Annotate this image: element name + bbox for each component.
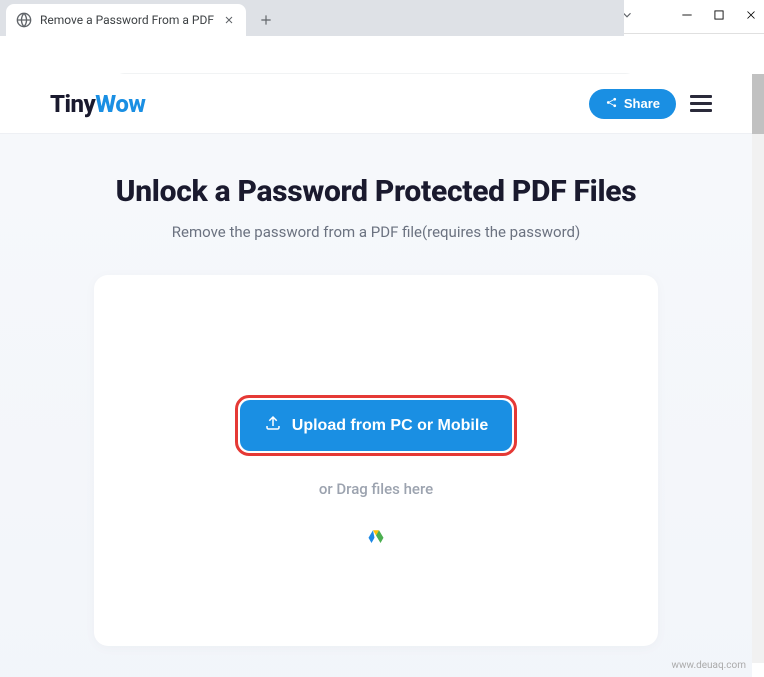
upload-button[interactable]: Upload from PC or Mobile (240, 400, 512, 451)
upload-button-highlight: Upload from PC or Mobile (235, 395, 517, 456)
logo[interactable]: TinyWow (50, 90, 145, 118)
browser-tab[interactable]: Remove a Password From a PDF (6, 4, 246, 36)
new-tab-button[interactable] (252, 6, 280, 34)
tab-title: Remove a Password From a PDF (40, 13, 214, 27)
close-window-icon[interactable] (744, 7, 758, 26)
upload-card[interactable]: Upload from PC or Mobile or Drag files h… (94, 275, 658, 646)
page-subtitle: Remove the password from a PDF file(requ… (0, 223, 752, 241)
browser-tab-bar: Remove a Password From a PDF (0, 0, 624, 36)
maximize-icon[interactable] (712, 7, 726, 26)
scrollbar-thumb[interactable] (752, 74, 764, 134)
close-icon[interactable] (222, 13, 236, 27)
main-content: Unlock a Password Protected PDF Files Re… (0, 134, 752, 677)
drag-text: or Drag files here (319, 480, 433, 498)
watermark: www.deuaq.com (672, 660, 747, 671)
site-header: TinyWow Share (0, 74, 752, 134)
google-drive-icon[interactable] (367, 528, 385, 546)
page-content: TinyWow Share Unlock a Password Protecte… (0, 74, 752, 677)
minimize-icon[interactable] (680, 7, 694, 26)
hamburger-menu[interactable] (690, 95, 712, 112)
share-button[interactable]: Share (589, 89, 676, 119)
globe-icon (16, 12, 32, 28)
page-title: Unlock a Password Protected PDF Files (0, 174, 752, 209)
share-icon (605, 96, 618, 112)
scrollbar-track[interactable] (752, 74, 764, 663)
upload-icon (264, 414, 282, 437)
